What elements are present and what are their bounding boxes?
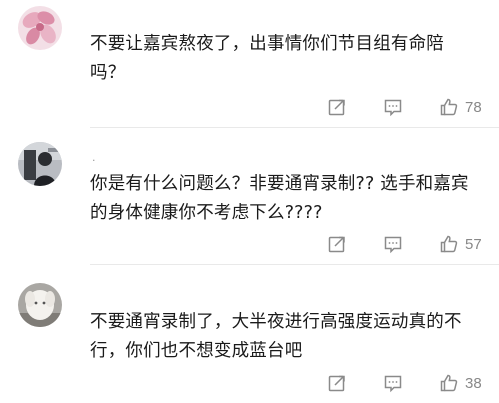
comment-text: 不要让嘉宾熬夜了，出事情你们节目组有命陪 吗？ (90, 30, 485, 88)
comment-line: 不要通宵录制了，大半夜进行高强度运动真的不 (90, 312, 462, 332)
comment-line: 不要让嘉宾熬夜了，出事情你们节目组有命陪 (90, 34, 444, 54)
avatar[interactable] (18, 142, 62, 186)
comment-item: · 你是有什么问题么？非要通宵录制?? 选手和嘉宾 的身体健康你不考虑下么???… (0, 128, 499, 265)
thumbs-up-icon[interactable] (437, 95, 461, 119)
white-dog-avatar-image (18, 283, 62, 327)
like-count: 38 (465, 374, 482, 392)
comment-item: 不要通宵录制了，大半夜进行高强度运动真的不 行，你们也不想变成蓝台吧 38 (0, 265, 499, 403)
comment-item: 不要让嘉宾熬夜了，出事情你们节目组有命陪 吗？ 78 (0, 0, 499, 128)
like-count: 57 (465, 235, 482, 253)
comment-bubble-icon[interactable] (381, 371, 405, 395)
comment-line: 的身体健康你不考虑下么???? (90, 203, 323, 223)
dark-figure-avatar-image (18, 142, 62, 186)
comment-actions: 38 (325, 371, 487, 395)
share-edit-icon[interactable] (325, 95, 349, 119)
comment-actions: 57 (325, 232, 487, 256)
comment-line: 你是有什么问题么？非要通宵录制?? 选手和嘉宾 (90, 174, 469, 194)
pink-flower-avatar-image (18, 6, 62, 50)
avatar[interactable] (18, 6, 62, 50)
thumbs-up-icon[interactable] (437, 371, 461, 395)
avatar[interactable] (18, 283, 62, 327)
share-edit-icon[interactable] (325, 232, 349, 256)
comment-text: 你是有什么问题么？非要通宵录制?? 选手和嘉宾 的身体健康你不考虑下么???? (90, 170, 485, 228)
username: · (92, 154, 96, 167)
comment-bubble-icon[interactable] (381, 232, 405, 256)
comment-line: 吗？ (90, 63, 126, 83)
comment-actions: 78 (325, 95, 487, 119)
comment-line: 行，你们也不想变成蓝台吧 (90, 341, 303, 361)
like-count: 78 (465, 98, 482, 116)
comment-text: 不要通宵录制了，大半夜进行高强度运动真的不 行，你们也不想变成蓝台吧 (90, 308, 485, 366)
thumbs-up-icon[interactable] (437, 232, 461, 256)
comment-bubble-icon[interactable] (381, 95, 405, 119)
share-edit-icon[interactable] (325, 371, 349, 395)
